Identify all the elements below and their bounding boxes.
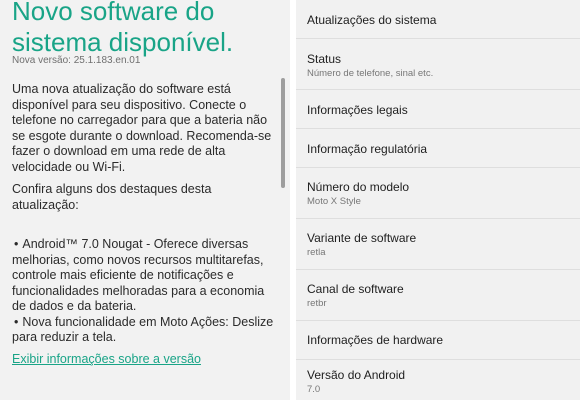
list-item: • Android™ 7.0 Nougat - Oferece diversas … [12, 237, 280, 315]
highlights-list: • Android™ 7.0 Nougat - Oferece diversas … [12, 237, 280, 346]
settings-item-software-variant[interactable]: Variante de software retla [296, 219, 580, 270]
settings-item-summary: 7.0 [307, 384, 321, 395]
settings-item-label: Variante de software [307, 231, 417, 245]
about-phone-list: Atualizações do sistema Status Número de… [296, 0, 580, 400]
settings-item-label: Informação regulatória [307, 142, 428, 156]
update-screen: Novo software do sistema disponível. Nov… [0, 0, 290, 400]
bullet-icon: • [14, 314, 19, 329]
scrollbar[interactable] [281, 78, 285, 188]
bullet-icon: • [14, 237, 19, 251]
settings-item-legal-info[interactable]: Informações legais [296, 90, 580, 129]
highlight-text: Nova funcionalidade em Moto Ações: Desli… [12, 314, 274, 345]
update-description: Uma nova atualização do software está di… [12, 82, 272, 174]
settings-item-label: Atualizações do sistema [307, 13, 437, 27]
settings-item-summary: Moto X Style [307, 196, 361, 207]
version-text: Nova versão: 25.1.183.en.01 [12, 55, 141, 66]
version-info-link[interactable]: Exibir informações sobre a versão [12, 352, 201, 366]
settings-item-model-number[interactable]: Número do modelo Moto X Style [296, 168, 580, 219]
settings-item-status[interactable]: Status Número de telefone, sinal etc. [296, 39, 580, 90]
settings-item-hardware-info[interactable]: Informações de hardware [296, 321, 580, 360]
highlight-text: Android™ 7.0 Nougat - Oferece diversas m… [12, 237, 265, 313]
highlights-intro: Confira alguns dos destaques desta atual… [12, 182, 212, 212]
settings-item-android-version[interactable]: Versão do Android 7.0 [296, 360, 580, 400]
settings-item-software-channel[interactable]: Canal de software retbr [296, 270, 580, 321]
settings-item-system-updates[interactable]: Atualizações do sistema [296, 0, 580, 39]
settings-item-summary: retbr [307, 298, 327, 309]
settings-item-label: Status [307, 52, 342, 66]
update-title: Novo software do sistema disponível. [12, 0, 234, 57]
settings-item-label: Número do modelo [307, 180, 410, 194]
settings-item-summary: retla [307, 247, 326, 258]
settings-item-label: Canal de software [307, 282, 404, 296]
settings-item-summary: Número de telefone, sinal etc. [307, 68, 434, 79]
settings-item-label: Informações legais [307, 103, 408, 117]
settings-item-regulatory-info[interactable]: Informação regulatória [296, 129, 580, 168]
settings-item-label: Versão do Android [307, 368, 406, 382]
list-item: • Nova funcionalidade em Moto Ações: Desl… [12, 315, 280, 346]
settings-item-label: Informações de hardware [307, 333, 444, 347]
